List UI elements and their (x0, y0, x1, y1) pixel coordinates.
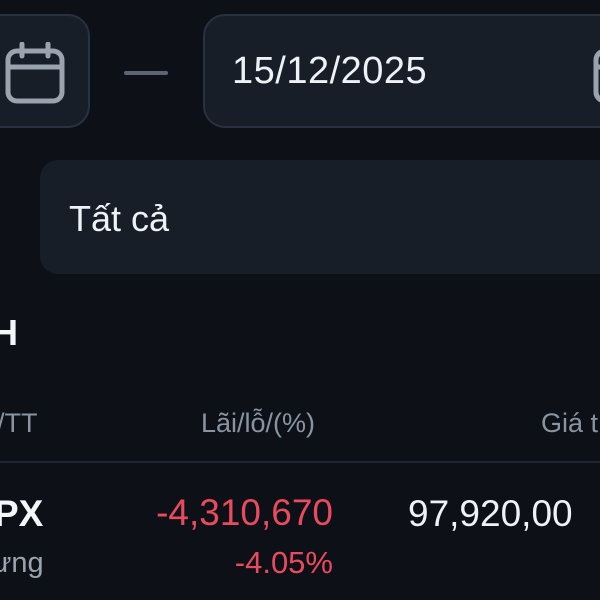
row-profit-loss: -4,310,670 (156, 492, 333, 533)
date-to-value: 15/12/2025 (232, 50, 428, 92)
date-from-field[interactable] (0, 14, 90, 128)
calendar-icon[interactable] (5, 42, 65, 104)
row-profit-loss-percent: -4.05% (234, 545, 333, 580)
section-title: H (0, 312, 18, 353)
filter-select[interactable]: Tất cả (40, 160, 600, 274)
calendar-icon[interactable] (593, 42, 600, 104)
column-header-profit-loss: Lãi/lỗ/(%) (201, 408, 316, 438)
screen: 15/12/2025 Tất cả H /TT Lãi/lỗ/(%) Giá t… (0, 0, 600, 600)
table-header-divider (0, 461, 600, 463)
row-value: 97,920,00 (408, 493, 573, 534)
date-to-field[interactable]: 15/12/2025 (203, 14, 600, 128)
date-range-separator (124, 71, 168, 75)
row-subtitle: ưng (0, 547, 44, 579)
row-symbol: PX (0, 493, 44, 534)
filter-selected-value: Tất cả (69, 198, 170, 239)
column-header-left: /TT (0, 408, 38, 438)
column-header-price: Giá t (541, 408, 599, 438)
